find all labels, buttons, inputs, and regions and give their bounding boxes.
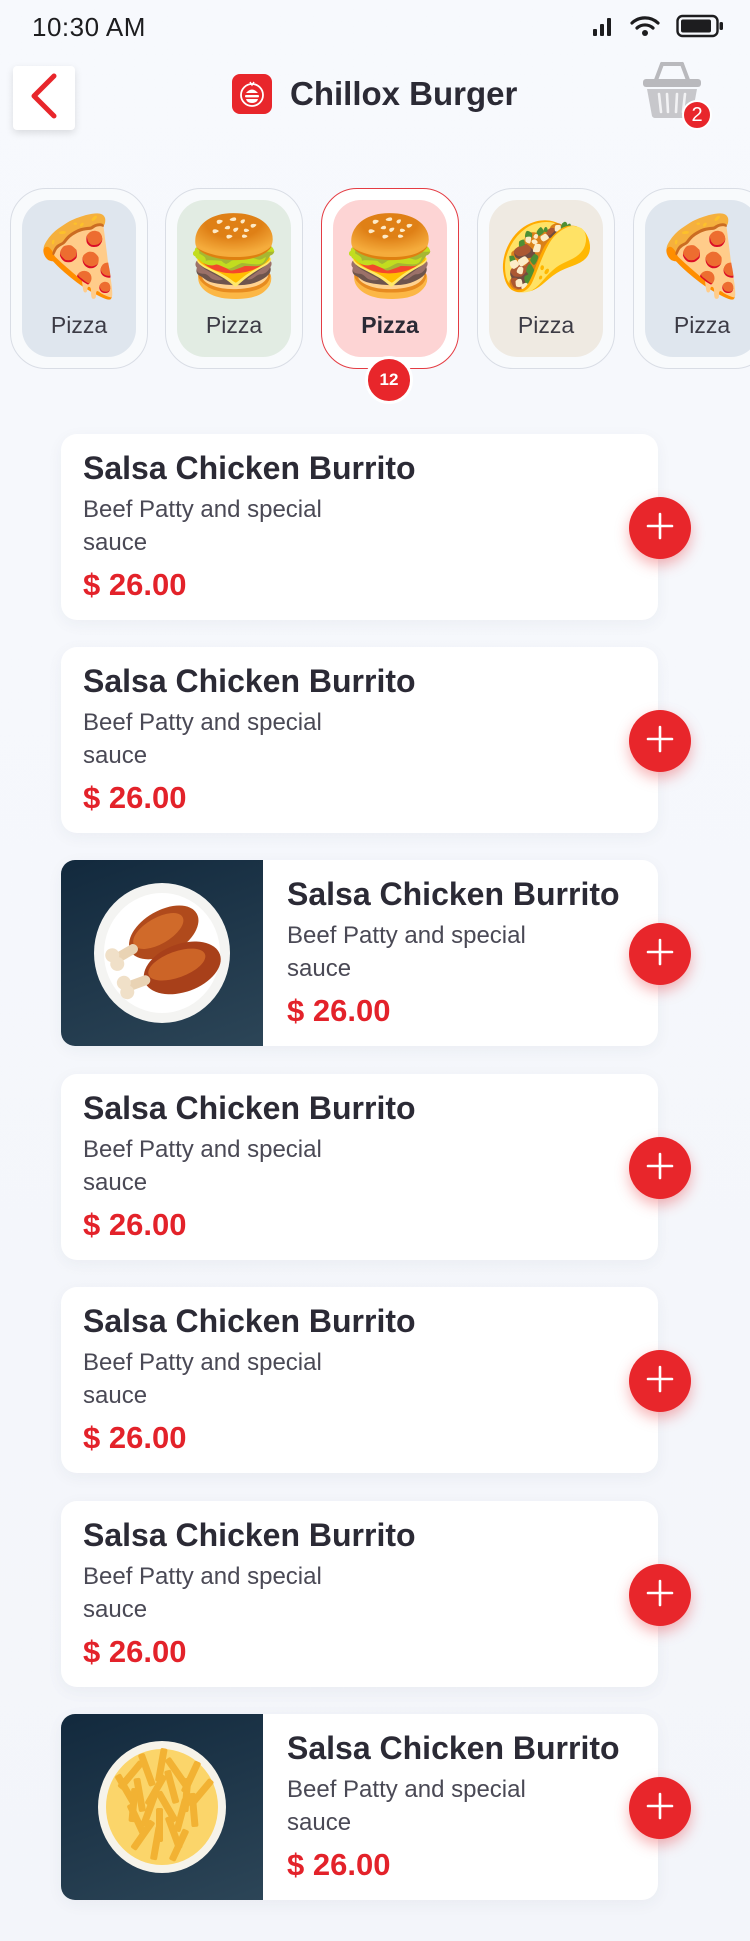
menu-item-text: Salsa Chicken Burrito Beef Patty and spec…: [83, 1303, 416, 1456]
category-item[interactable]: 🍔 Pizza: [321, 188, 459, 369]
menu-item-name: Salsa Chicken Burrito: [83, 663, 416, 699]
category-label: Pizza: [361, 312, 419, 338]
menu-item-text: Salsa Chicken Burrito Beef Patty and spec…: [83, 663, 416, 816]
plus-icon: [645, 724, 675, 759]
menu-item-text: Salsa Chicken Burrito Beef Patty and spec…: [287, 1730, 620, 1883]
chevron-left-icon: [26, 72, 62, 125]
menu-item-price: $ 26.00: [83, 1207, 187, 1242]
menu-item-text: Salsa Chicken Burrito Beef Patty and spec…: [287, 876, 620, 1029]
category-tile: 🍕 Pizza: [22, 200, 136, 357]
category-item[interactable]: 🍔 Pizza: [165, 188, 303, 369]
food-icon: 🍔: [185, 212, 283, 302]
menu-item-text: Salsa Chicken Burrito Beef Patty and spec…: [83, 450, 416, 603]
menu-item-name: Salsa Chicken Burrito: [287, 1730, 620, 1766]
add-to-cart-button[interactable]: [629, 1564, 691, 1626]
menu-item-description: Beef Patty and special sauce: [83, 1136, 322, 1196]
food-icon: 🍔: [341, 212, 439, 302]
status-time: 10:30 AM: [32, 12, 146, 42]
wifi-icon: [630, 15, 660, 42]
category-label: Pizza: [673, 312, 731, 338]
add-to-cart-button[interactable]: [629, 1137, 691, 1199]
menu-item-name: Salsa Chicken Burrito: [83, 1090, 416, 1126]
category-item[interactable]: 🌮 Pizza: [477, 188, 615, 369]
menu-item-card[interactable]: Salsa Chicken Burrito Beef Patty and spec…: [61, 647, 691, 833]
status-icons: [592, 14, 724, 43]
category-tile: 🍔 Pizza: [177, 200, 291, 357]
menu-item-price: $ 26.00: [287, 993, 391, 1028]
menu-item-card[interactable]: Salsa Chicken Burrito Beef Patty and spec…: [61, 434, 691, 620]
menu-item-name: Salsa Chicken Burrito: [83, 1517, 416, 1553]
menu-item-price: $ 26.00: [83, 567, 187, 602]
menu-item-description: Beef Patty and special sauce: [287, 922, 526, 982]
add-to-cart-button[interactable]: [629, 710, 691, 772]
menu-item-description: Beef Patty and special sauce: [83, 496, 322, 556]
add-to-cart-button[interactable]: [629, 923, 691, 985]
menu-item-price: $ 26.00: [287, 1847, 391, 1882]
category-item[interactable]: 🍕 Pizza: [633, 188, 750, 369]
menu-item-card[interactable]: Salsa Chicken Burrito Beef Patty and spec…: [61, 1501, 691, 1687]
category-list: 🍕 Pizza 🍔 Pizza 🍔 Pizza 12 🌮 Pizza 🍕 Pizza: [0, 188, 750, 408]
category-count-badge: 12: [365, 356, 413, 404]
battery-icon: [676, 14, 724, 43]
menu-item-name: Salsa Chicken Burrito: [83, 1303, 416, 1339]
menu-item-card[interactable]: Salsa Chicken Burrito Beef Patty and spec…: [61, 1074, 691, 1260]
menu-item-price: $ 26.00: [83, 1634, 187, 1669]
plus-icon: [645, 1791, 675, 1826]
header: Chillox Burger 2: [0, 60, 750, 136]
menu-item-description: Beef Patty and special sauce: [83, 709, 322, 769]
menu-item-text: Salsa Chicken Burrito Beef Patty and spec…: [83, 1517, 416, 1670]
status-bar: 10:30 AM: [0, 0, 750, 56]
brand-logo: [232, 74, 272, 114]
category-label: Pizza: [50, 312, 108, 338]
menu-item-card[interactable]: Salsa Chicken Burrito Beef Patty and spec…: [61, 860, 691, 1046]
plus-icon: [645, 511, 675, 546]
page-title: Chillox Burger: [290, 75, 518, 112]
category-tile: 🍕 Pizza: [645, 200, 750, 357]
food-icon: 🌮: [497, 212, 595, 302]
add-to-cart-button[interactable]: [629, 1350, 691, 1412]
cart-button[interactable]: 2: [640, 60, 716, 132]
brand: Chillox Burger: [232, 74, 517, 114]
category-label: Pizza: [205, 312, 263, 338]
plus-icon: [645, 1151, 675, 1186]
category-label: Pizza: [517, 312, 575, 338]
menu-item-description: Beef Patty and special sauce: [83, 1563, 322, 1623]
chicken-drumsticks-image: [61, 860, 263, 1046]
category-tile: 🍔 Pizza: [333, 200, 447, 357]
food-icon: 🍕: [653, 212, 750, 302]
category-tile: 🌮 Pizza: [489, 200, 603, 357]
plus-icon: [645, 1578, 675, 1613]
menu-item-name: Salsa Chicken Burrito: [287, 876, 620, 912]
menu-item-description: Beef Patty and special sauce: [287, 1776, 526, 1836]
add-to-cart-button[interactable]: [629, 1777, 691, 1839]
cart-count-badge: 2: [682, 100, 712, 130]
french-fries-image: [61, 1714, 263, 1900]
menu-item-price: $ 26.00: [83, 780, 187, 815]
add-to-cart-button[interactable]: [629, 497, 691, 559]
menu-item-card[interactable]: Salsa Chicken Burrito Beef Patty and spec…: [61, 1714, 691, 1900]
menu-item-price: $ 26.00: [83, 1420, 187, 1455]
menu-item-card[interactable]: Salsa Chicken Burrito Beef Patty and spec…: [61, 1287, 691, 1473]
category-item[interactable]: 🍕 Pizza: [10, 188, 148, 369]
menu-item-description: Beef Patty and special sauce: [83, 1349, 322, 1409]
food-icon: 🍕: [30, 212, 128, 302]
plus-icon: [645, 1364, 675, 1399]
signal-icon: [592, 15, 614, 42]
menu-item-text: Salsa Chicken Burrito Beef Patty and spec…: [83, 1090, 416, 1243]
back-button[interactable]: [13, 66, 75, 130]
plus-icon: [645, 937, 675, 972]
menu-item-name: Salsa Chicken Burrito: [83, 450, 416, 486]
